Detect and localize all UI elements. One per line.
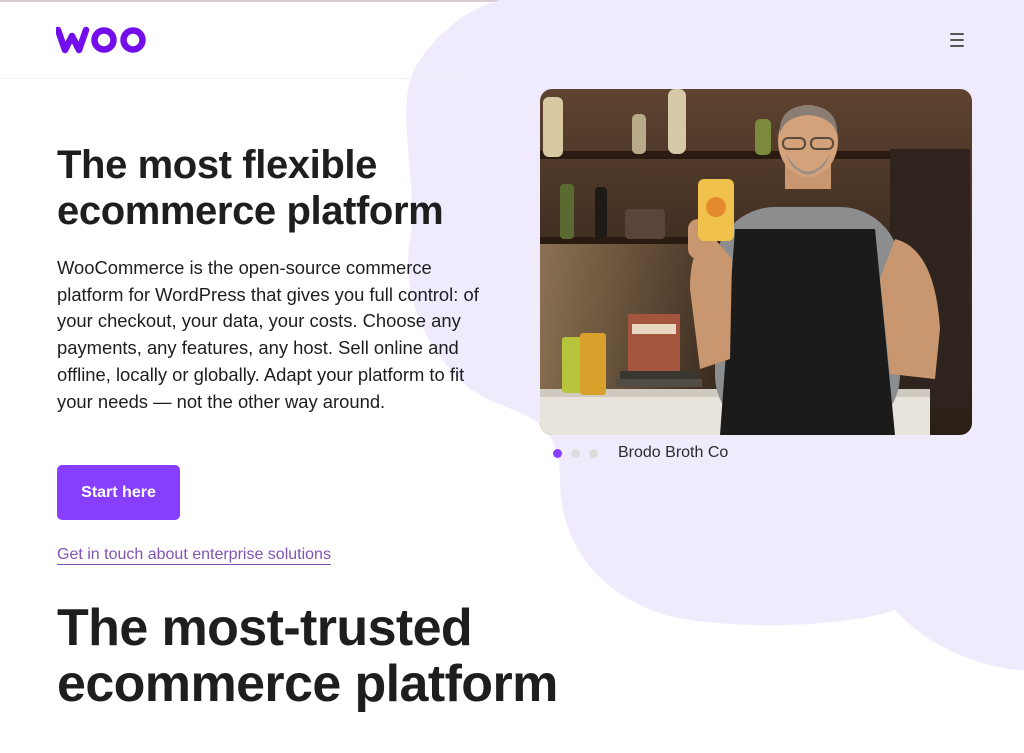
hero-title-line-1: The most flexible xyxy=(57,143,377,187)
hamburger-menu-icon-bar xyxy=(950,45,964,47)
woo-logo[interactable] xyxy=(54,24,150,59)
carousel-dot-3[interactable] xyxy=(589,449,598,458)
section-title-line-2: ecommerce platform xyxy=(57,655,558,713)
enterprise-contact-link[interactable]: Get in touch about enterprise solutions xyxy=(57,545,331,565)
photo-caption: Brodo Broth Co xyxy=(618,444,729,461)
hamburger-menu-icon-bar xyxy=(950,39,964,41)
hero-photo xyxy=(540,89,972,435)
hero-title: The most flexible ecommerce platform xyxy=(57,142,517,234)
shop-owner-photo xyxy=(540,89,972,435)
hero-title-line-2: ecommerce platform xyxy=(57,189,444,233)
section-title: The most-trusted ecommerce platform xyxy=(57,600,617,712)
carousel-dot-1[interactable] xyxy=(553,449,562,458)
section-title-line-1: The most-trusted xyxy=(57,599,473,657)
woo-logo-mark xyxy=(54,26,146,54)
hamburger-menu-icon xyxy=(950,33,964,35)
carousel-dot-2[interactable] xyxy=(571,449,580,458)
header-divider xyxy=(0,78,460,79)
site-header xyxy=(0,2,1024,78)
menu-button[interactable] xyxy=(944,28,970,52)
start-here-button[interactable]: Start here xyxy=(57,465,180,520)
hero-description: WooCommerce is the open-source commerce … xyxy=(57,257,479,412)
